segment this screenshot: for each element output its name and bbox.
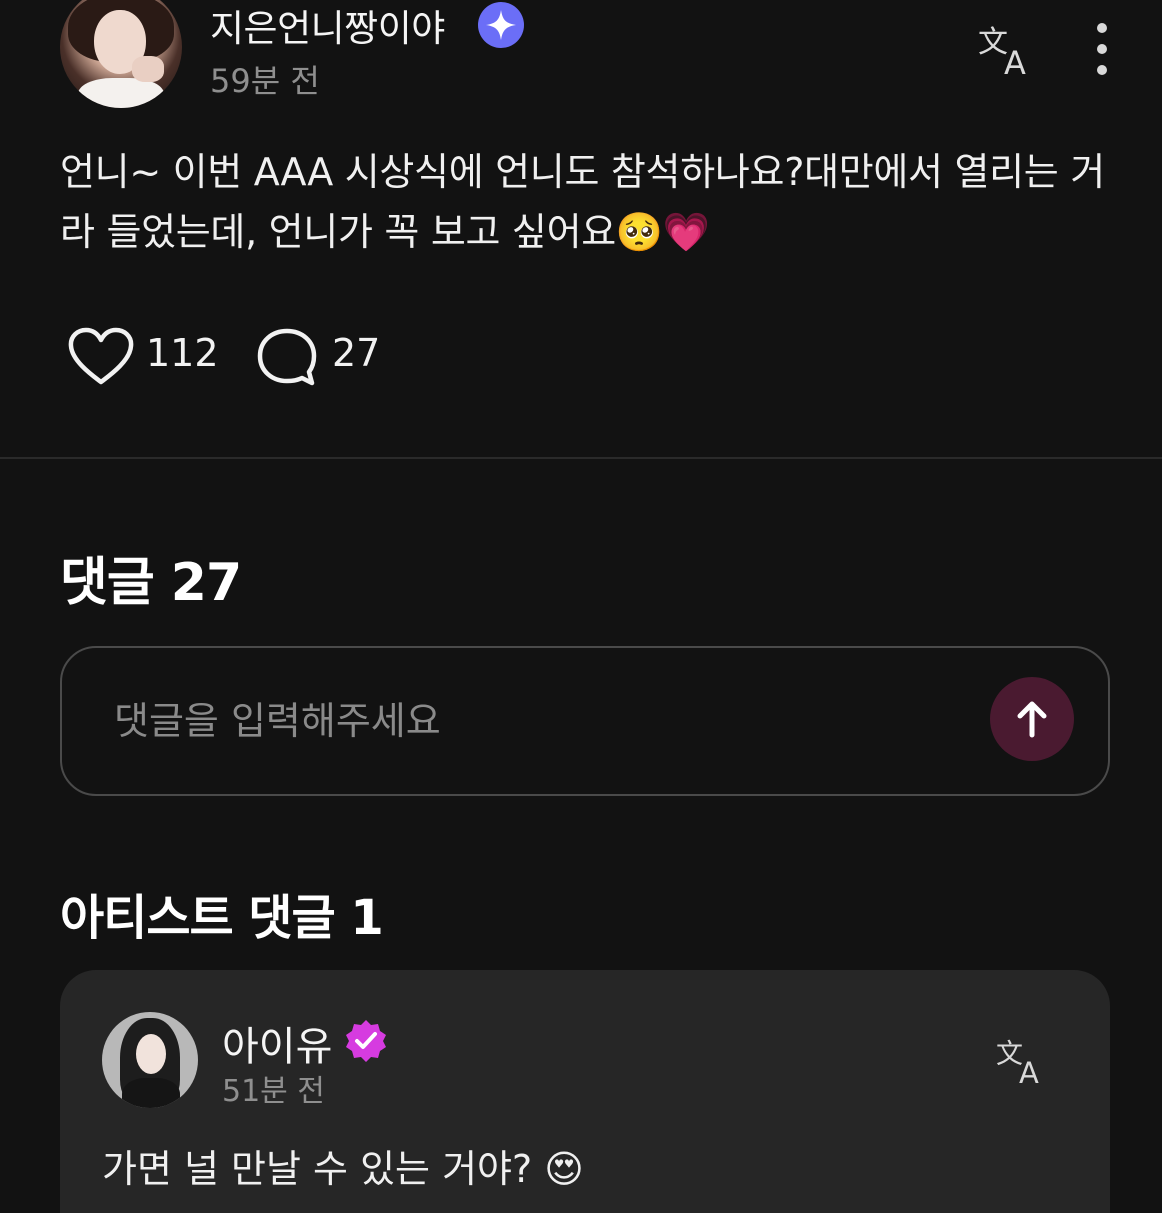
like-count: 112 [146,331,219,375]
translate-icon[interactable]: 文 A [978,22,1036,82]
section-divider [0,457,1162,459]
send-button[interactable] [990,677,1074,761]
post-header: 지은언니짱이야 59분 전 文 A [60,0,1120,111]
comments-title: 댓글 27 [60,553,242,613]
sparkle-badge-icon [478,2,524,48]
artist-comment-card: 아이유 51분 전 文 A 가면 널 만날 수 있는 거야? 😍 [60,970,1110,1213]
heart-icon[interactable] [66,326,136,388]
artist-comment-time: 51분 전 [222,1074,325,1109]
artist-comment-text: 가면 널 만날 수 있는 거야? 😍 [102,1147,584,1191]
artist-avatar[interactable] [102,1012,198,1108]
comment-input-box [60,646,1110,796]
post-detail-screen: 지은언니짱이야 59분 전 文 A 언니~ 이번 AAA 시상식에 언니도 참석… [0,0,1162,1213]
artist-comments-title: 아티스트 댓글 1 [60,890,384,946]
svg-text:A: A [1019,1056,1039,1086]
comment-count: 27 [332,331,381,375]
translate-icon[interactable]: 文 A [996,1036,1048,1090]
arrow-up-icon [1017,701,1047,738]
verified-badge-icon [344,1018,388,1062]
post-body-text: 언니~ 이번 AAA 시상식에 언니도 참석하나요?대만에서 열리는 거라 들었… [60,150,1105,254]
author-avatar[interactable] [60,0,182,108]
more-options-icon[interactable] [1090,20,1114,78]
comment-input[interactable] [112,688,916,754]
svg-text:A: A [1004,44,1026,78]
author-username[interactable]: 지은언니짱이야 [210,0,445,52]
artist-name[interactable]: 아이유 [222,1014,332,1072]
comment-bubble-icon[interactable] [256,326,318,388]
post-time: 59분 전 [210,62,320,100]
